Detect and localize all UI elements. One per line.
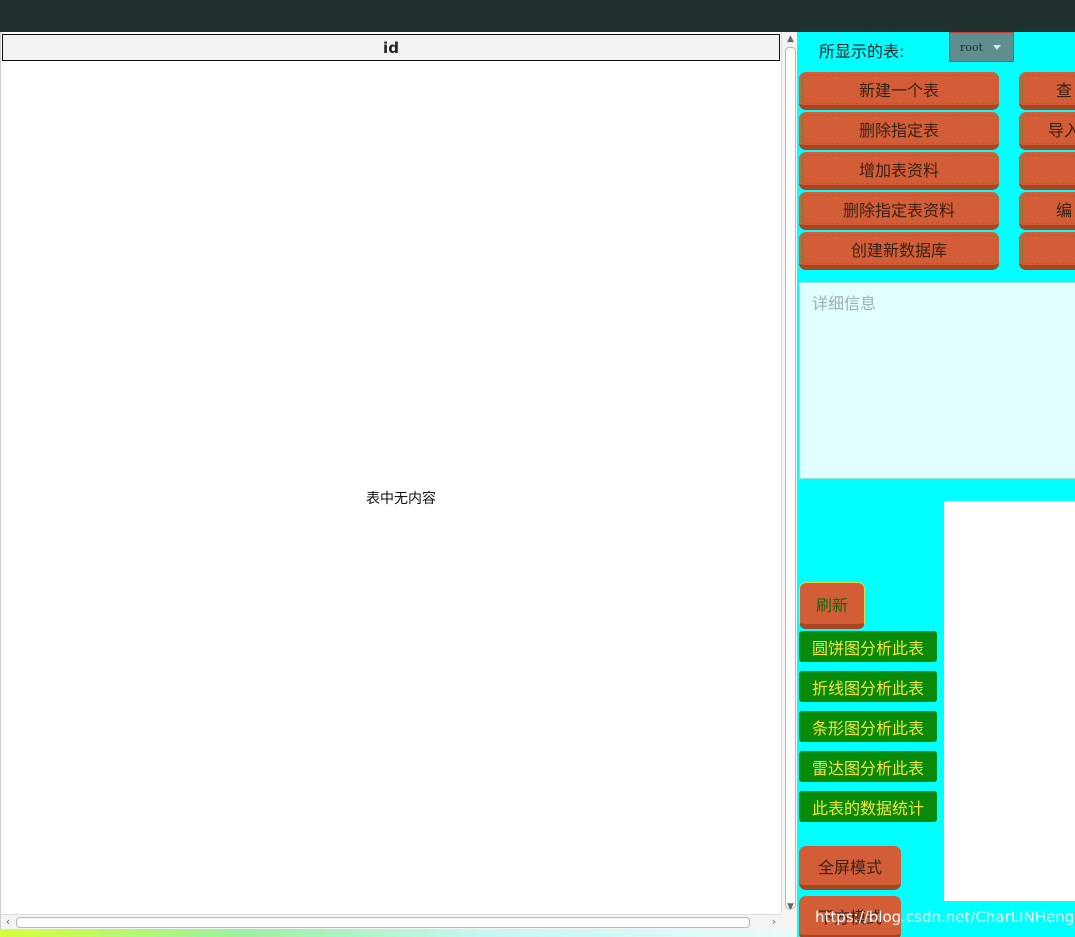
data-table[interactable]: id 表中无内容 ▲ ▼ ‹ › (0, 32, 799, 930)
window-titlebar (0, 0, 1075, 32)
create-database-label: 创建新数据库 (850, 240, 947, 260)
delete-table-data-label: 删除指定表资料 (842, 200, 955, 220)
chevron-down-icon (992, 44, 1001, 50)
table-select-value: root (960, 40, 983, 54)
scroll-right-icon[interactable]: › (767, 915, 781, 930)
fullscreen-button[interactable]: 全屏模式 (799, 846, 901, 890)
fullscreen-label: 全屏模式 (817, 857, 882, 877)
detail-textarea[interactable]: 详细信息 (799, 282, 1075, 479)
refresh-label: 刷新 (815, 595, 848, 615)
add-table-data-button[interactable]: 增加表资料 (799, 152, 999, 190)
data-statistics-label: 此表的数据统计 (811, 798, 924, 818)
radar-chart-label: 雷达图分析此表 (811, 758, 924, 778)
vertical-scroll-thumb[interactable] (785, 47, 796, 909)
pie-chart-label: 圆饼图分析此表 (811, 638, 924, 658)
edit-button[interactable]: 编 (1019, 192, 1075, 230)
query-label: 查 (1056, 80, 1073, 100)
delete-table-label: 删除指定表 (858, 120, 939, 140)
import-button[interactable]: 导入 (1019, 112, 1075, 150)
bar-chart-button[interactable]: 条形图分析此表 (799, 711, 937, 742)
create-database-button[interactable]: 创建新数据库 (799, 232, 999, 270)
pie-chart-button[interactable]: 圆饼图分析此表 (799, 631, 937, 662)
column-header-id[interactable]: id (2, 34, 780, 61)
scroll-left-icon[interactable]: ‹ (1, 915, 15, 930)
refresh-button[interactable]: 刷新 (799, 582, 865, 629)
line-chart-label: 折线图分析此表 (811, 678, 924, 698)
control-panel: 所显示的表: root 新建一个表 删除指定表 增加表资料 删除指定表资料 创建… (797, 32, 1075, 937)
detail-placeholder: 详细信息 (812, 294, 877, 313)
delete-table-button[interactable]: 删除指定表 (799, 112, 999, 150)
horizontal-scroll-thumb[interactable] (16, 917, 750, 928)
delete-table-data-button[interactable]: 删除指定表资料 (799, 192, 999, 230)
decorative-strip (0, 929, 798, 937)
line-chart-button[interactable]: 折线图分析此表 (799, 671, 937, 702)
add-table-data-label: 增加表资料 (858, 160, 939, 180)
data-statistics-button[interactable]: 此表的数据统计 (799, 791, 937, 822)
edit-label: 编 (1056, 200, 1073, 220)
table-select[interactable]: root (949, 32, 1014, 62)
import-label: 导入 (1048, 120, 1075, 140)
right-button-5[interactable] (1019, 232, 1075, 270)
horizontal-scrollbar[interactable]: ‹ › (1, 914, 781, 930)
empty-table-message: 表中无内容 (366, 491, 436, 507)
shown-table-label: 所显示的表: (819, 42, 905, 61)
radar-chart-button[interactable]: 雷达图分析此表 (799, 751, 937, 782)
chart-area (944, 501, 1075, 901)
new-table-button[interactable]: 新建一个表 (799, 72, 999, 110)
watermark: https://blog.csdn.net/CharLINHeng (815, 908, 1075, 926)
scroll-corner (781, 914, 798, 929)
bar-chart-label: 条形图分析此表 (811, 718, 924, 738)
right-button-3[interactable] (1019, 152, 1075, 190)
query-button[interactable]: 查 (1019, 72, 1075, 110)
new-table-label: 新建一个表 (858, 80, 939, 100)
